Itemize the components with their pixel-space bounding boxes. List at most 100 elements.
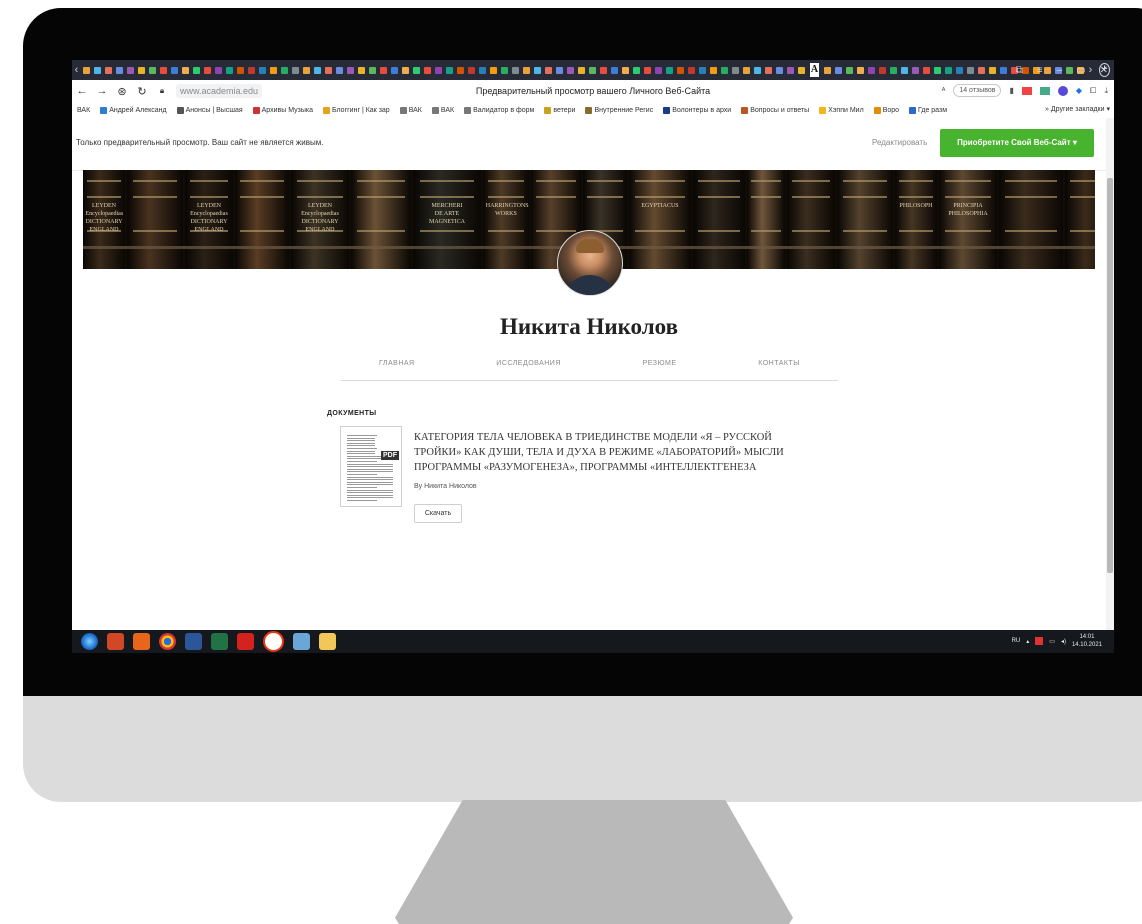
paint-icon[interactable] (293, 633, 310, 650)
tab-favicon[interactable] (204, 66, 211, 74)
tab-favicon[interactable] (358, 66, 365, 74)
file-explorer-icon[interactable] (319, 633, 336, 650)
tab-favicon[interactable] (479, 66, 486, 74)
tab-favicon[interactable] (934, 66, 941, 74)
tab-favicon[interactable] (435, 66, 442, 74)
tab-favicon[interactable] (989, 66, 996, 74)
tab-favicon[interactable] (336, 66, 343, 74)
bookmark-icon[interactable]: ▮ (1009, 86, 1013, 95)
tab-favicon[interactable] (923, 66, 930, 74)
tab-favicon[interactable] (798, 66, 805, 74)
edit-link[interactable]: Редактировать (872, 138, 927, 147)
restore-icon[interactable]: ▭ (1076, 65, 1085, 76)
tab-favicon[interactable] (182, 66, 189, 74)
tab-favicon[interactable] (824, 66, 831, 74)
bookmark-item[interactable]: Волонтеры в архи (663, 106, 731, 114)
tab-favicon[interactable] (835, 66, 842, 74)
tab-favicon[interactable] (721, 66, 728, 74)
nav-contacts[interactable]: КОНТАКТЫ (720, 360, 838, 380)
tab-favicon[interactable] (292, 66, 299, 74)
document-thumbnail[interactable]: PDF (340, 426, 402, 507)
bookmark-item[interactable]: ветери (544, 106, 575, 114)
tab-favicon[interactable] (391, 66, 398, 74)
bookmark-item[interactable]: Хэппи Мил (819, 106, 864, 114)
tab-favicon[interactable] (567, 66, 574, 74)
tab-favicon[interactable] (325, 66, 332, 74)
nav-resume[interactable]: РЕЗЮМЕ (605, 360, 715, 380)
tab-favicon[interactable] (347, 66, 354, 74)
tab-favicon[interactable] (545, 66, 552, 74)
network-icon[interactable]: ▭ (1049, 638, 1055, 645)
ext-icon-3[interactable] (1057, 85, 1068, 96)
tab-favicon[interactable] (655, 66, 662, 74)
close-icon[interactable]: ✕ (1100, 65, 1108, 76)
tray-expand-icon[interactable]: ▴ (1026, 638, 1029, 645)
tab-favicon[interactable] (105, 66, 112, 74)
language-indicator[interactable]: RU (1012, 638, 1021, 644)
buy-website-button[interactable]: Приобретите Свой Веб-Сайт ▾ (940, 129, 1094, 157)
media-player-icon[interactable] (133, 633, 150, 650)
tab-favicon[interactable] (890, 66, 897, 74)
tab-favicon[interactable] (314, 66, 321, 74)
tab-favicon[interactable] (171, 66, 178, 74)
tab-favicon[interactable] (699, 66, 706, 74)
tab-favicon[interactable] (501, 66, 508, 74)
tab-favicon[interactable] (116, 66, 123, 74)
tab-favicon[interactable] (901, 66, 908, 74)
powerpoint-icon[interactable] (107, 633, 124, 650)
ext-icon-1[interactable] (1021, 86, 1032, 95)
tab-favicon[interactable] (978, 66, 985, 74)
tab-favicon[interactable] (611, 66, 618, 74)
tab-scroll-left-icon[interactable]: ‹ (72, 64, 81, 76)
excel-icon[interactable] (211, 633, 228, 650)
tab-favicon[interactable] (857, 66, 864, 74)
tab-favicon[interactable] (424, 66, 431, 74)
start-button-icon[interactable] (81, 633, 98, 650)
bookmark-item[interactable]: ВАК (431, 106, 454, 114)
nav-home[interactable]: ГЛАВНАЯ (341, 360, 453, 380)
tab-favicon[interactable] (967, 66, 974, 74)
tab-favicon[interactable] (879, 66, 886, 74)
tab-favicon[interactable] (468, 66, 475, 74)
tab-favicon[interactable] (303, 66, 310, 74)
bookmark-item[interactable]: Анонсы | Высшая (176, 106, 243, 114)
minimize-icon[interactable]: – (1057, 65, 1063, 76)
tab-favicon[interactable] (248, 66, 255, 74)
tab-favicon[interactable] (556, 66, 563, 74)
bookmark-item[interactable]: ВАК (77, 107, 90, 114)
other-bookmarks[interactable]: » Другие закладки ▾ (1041, 105, 1110, 113)
tab-favicon[interactable] (776, 66, 783, 74)
chrome-icon[interactable] (159, 633, 176, 650)
tab-favicon[interactable] (281, 66, 288, 74)
tab-favicon[interactable] (369, 66, 376, 74)
tab-favicon[interactable] (688, 66, 695, 74)
tab-favicon[interactable] (402, 66, 409, 74)
tab-favicon[interactable] (677, 66, 684, 74)
tab-favicon[interactable] (512, 66, 519, 74)
yandex-browser-icon[interactable] (263, 631, 284, 652)
tab-favicon[interactable] (868, 66, 875, 74)
tab-favicon[interactable] (237, 66, 244, 74)
clock[interactable]: 14:01 14.10.2021 (1072, 633, 1102, 649)
tab-favicon[interactable] (710, 66, 717, 74)
tab-favicon[interactable] (380, 66, 387, 74)
tab-favicon[interactable] (270, 66, 277, 74)
tab-favicon[interactable] (732, 66, 739, 74)
tab-favicon[interactable] (945, 66, 952, 74)
tab-favicon[interactable] (600, 66, 607, 74)
tab-favicon[interactable] (226, 66, 233, 74)
download-icon[interactable]: ⤓ (1104, 86, 1108, 96)
tab-favicon[interactable] (846, 66, 853, 74)
tab-favicon[interactable] (633, 66, 640, 74)
tab-favicon[interactable] (490, 66, 497, 74)
share-icon[interactable]: ⧠ (1090, 86, 1096, 96)
tab-favicon[interactable] (413, 66, 420, 74)
tab-favicon[interactable] (754, 66, 761, 74)
tab-favicon[interactable] (622, 66, 629, 74)
tab-favicon[interactable] (765, 66, 772, 74)
tab-favicon[interactable] (534, 66, 541, 74)
reviews-badge[interactable]: 14 отзывов (953, 84, 1002, 97)
tab-favicon[interactable] (259, 66, 266, 74)
tab-favicon[interactable] (446, 66, 453, 74)
tab-favicon[interactable] (457, 66, 464, 74)
